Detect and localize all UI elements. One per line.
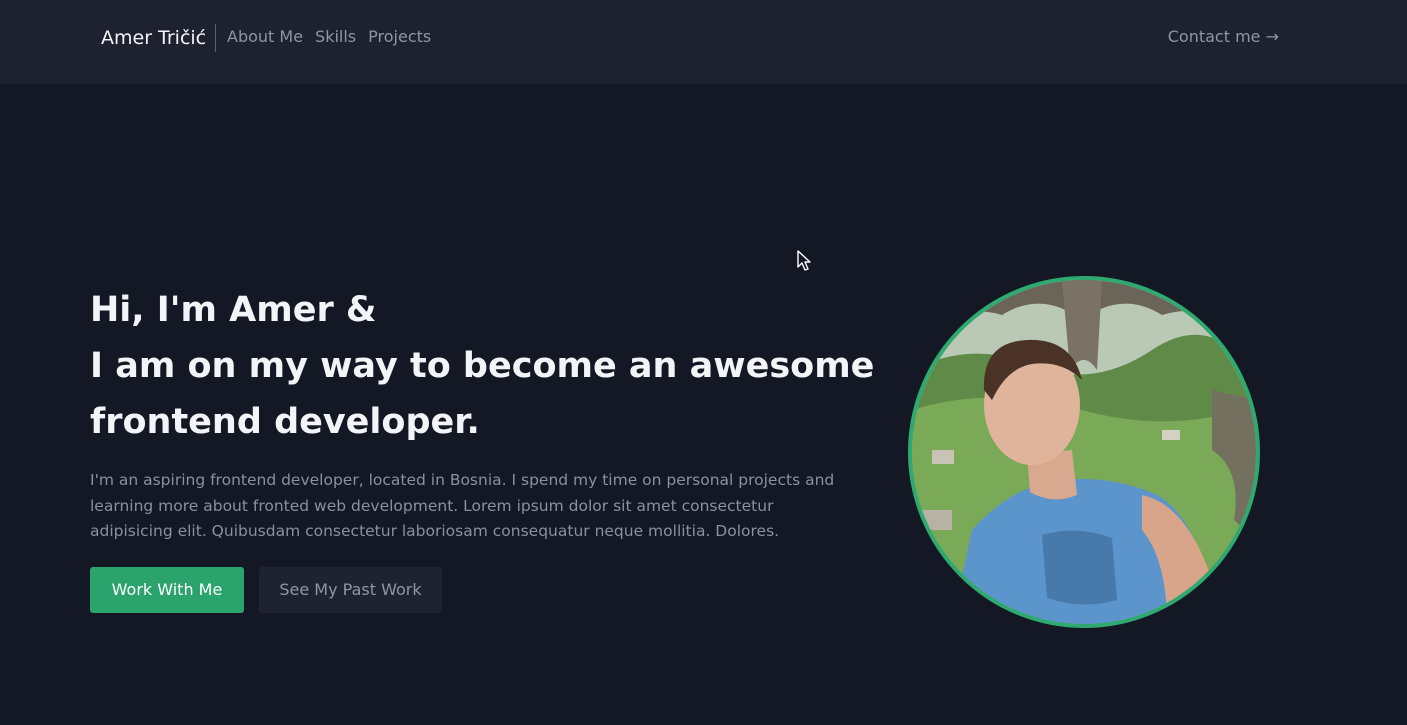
profile-photo-illustration [912,280,1256,624]
work-with-me-button[interactable]: Work With Me [90,567,244,613]
hero-title: Hi, I'm Amer & I am on my way to become … [90,282,875,450]
brand-divider [215,24,216,52]
nav-link-about-me[interactable]: About Me [227,27,303,47]
hero-title-line-3: frontend developer. [90,402,480,442]
hero-title-line-1: Hi, I'm Amer & [90,290,377,330]
nav-link-skills[interactable]: Skills [315,27,356,47]
navbar: Amer Tričić About Me Skills Projects Con… [0,0,1407,84]
hero-description: I'm an aspiring frontend developer, loca… [90,471,835,540]
profile-photo [908,276,1260,628]
see-past-work-button[interactable]: See My Past Work [259,567,442,613]
brand-name[interactable]: Amer Tričić [101,26,206,50]
hero-title-line-2: I am on my way to become an awesome [90,346,875,386]
nav-links: About Me Skills Projects [227,27,431,47]
mouse-cursor-icon [797,250,811,271]
contact-me-link[interactable]: Contact me → [1168,27,1279,47]
nav-link-projects[interactable]: Projects [368,27,431,47]
